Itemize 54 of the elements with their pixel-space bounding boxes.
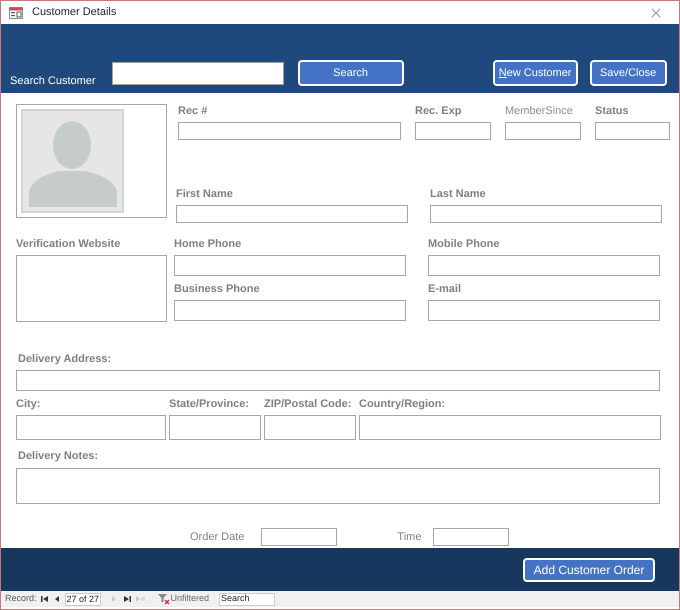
field-label: Last Name <box>430 187 487 201</box>
text-field[interactable] <box>174 300 406 320</box>
field-label: Business Phone <box>174 282 261 296</box>
text-field[interactable] <box>428 300 660 320</box>
field-label: Status <box>595 104 630 118</box>
field-label: First Name <box>176 187 234 201</box>
text-field[interactable] <box>169 415 261 440</box>
window-title: Customer Details <box>32 5 116 20</box>
text-field[interactable] <box>174 255 406 276</box>
text-field[interactable] <box>428 255 660 276</box>
website-field[interactable] <box>16 255 167 322</box>
notes-field[interactable] <box>16 468 660 504</box>
field-label: E-mail <box>428 282 462 296</box>
order-date-field[interactable] <box>261 528 338 546</box>
field-label: Rec. Exp <box>415 104 462 118</box>
text-field[interactable] <box>264 415 356 440</box>
form-icon <box>9 6 23 18</box>
time-field[interactable] <box>433 528 510 546</box>
filter-icon <box>158 594 170 604</box>
address-field[interactable] <box>16 370 660 391</box>
field-label: State/Province: <box>169 397 250 411</box>
text-field[interactable] <box>415 122 491 140</box>
record-position-field[interactable]: 27 of 27 <box>64 592 101 606</box>
field-label: Home Phone <box>174 237 242 251</box>
search-field[interactable] <box>112 62 284 85</box>
field-label: MemberSince <box>505 104 574 118</box>
add-order-button[interactable]: Add Customer Order <box>523 558 655 582</box>
field-label: ZIP/Postal Code: <box>264 397 352 411</box>
save-close-button[interactable]: Save/Close <box>590 60 667 86</box>
filter-status[interactable]: Unfiltered <box>170 592 210 606</box>
text-field[interactable] <box>595 122 670 140</box>
close-icon[interactable] <box>651 8 661 18</box>
field-label: Order Date <box>190 530 244 545</box>
last-record-icon[interactable] <box>122 594 133 604</box>
field-label: Time <box>397 530 422 545</box>
search-button[interactable]: Search <box>298 60 404 86</box>
search-label: Search Customer <box>10 74 96 88</box>
field-label: Country/Region: <box>359 397 446 411</box>
field-label: Verification Website <box>16 237 122 251</box>
record-label: Record: <box>5 592 37 606</box>
text-field[interactable] <box>430 205 662 223</box>
text-field[interactable] <box>359 415 661 440</box>
first-record-icon[interactable] <box>40 594 51 604</box>
text-field[interactable] <box>178 122 401 140</box>
field-label: Delivery Address: <box>18 352 112 366</box>
text-field[interactable] <box>176 205 408 223</box>
field-label: Rec # <box>178 104 208 118</box>
text-field[interactable] <box>505 122 581 140</box>
field-label: City: <box>16 397 42 411</box>
field-label: Delivery Notes: <box>18 449 100 463</box>
text-field[interactable] <box>16 415 166 440</box>
new-customer-button[interactable]: New Customer <box>492 60 578 86</box>
record-search-field[interactable]: Search <box>219 592 276 606</box>
field-label: Mobile Phone <box>428 237 500 251</box>
